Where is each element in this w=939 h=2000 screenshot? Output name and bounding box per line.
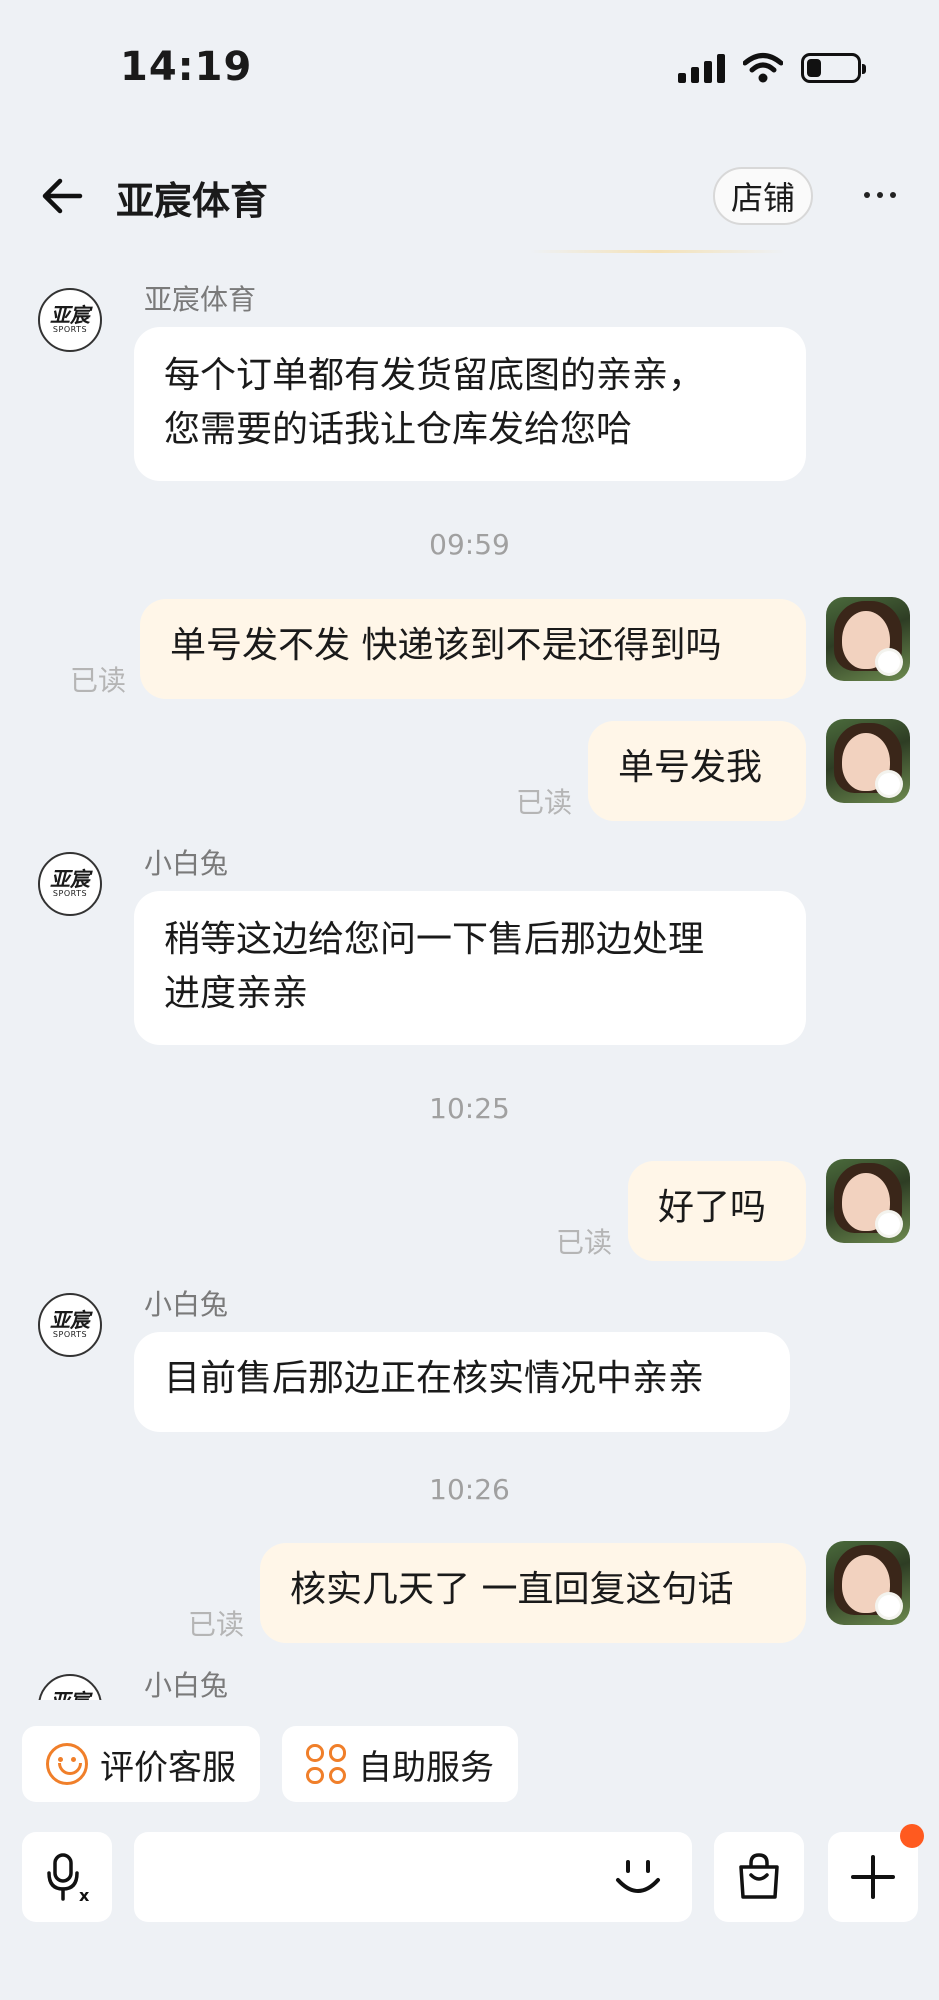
logo-text: 亚宸 — [50, 1691, 90, 1700]
chat-area[interactable]: 亚宸 SPORTS 亚宸体育 每个订单都有发货留底图的亲亲， 您需要的话我让仓库… — [0, 270, 939, 1700]
notification-dot — [900, 1824, 924, 1848]
status-bar: 14:19 — [0, 0, 939, 140]
logo-subtext: SPORTS — [52, 1330, 88, 1339]
message-line: 进度亲亲 — [164, 973, 309, 1014]
message-bubble-outgoing[interactable]: 好了吗 — [628, 1161, 806, 1261]
battery-icon — [801, 53, 866, 83]
grid-circles-icon — [306, 1744, 346, 1784]
input-bar: x — [0, 1824, 939, 1924]
message-text: 目前售后那边正在核实情况中亲亲 — [164, 1358, 705, 1399]
time-label: 10:26 — [429, 1473, 510, 1506]
emoji-button[interactable] — [606, 1846, 670, 1910]
message-bubble-outgoing[interactable]: 单号发不发 快递该到不是还得到吗 — [140, 599, 806, 699]
read-receipt: 已读 — [556, 1226, 613, 1259]
smile-face-icon — [46, 1743, 88, 1785]
user-avatar[interactable] — [826, 1159, 910, 1243]
message-bubble-incoming[interactable]: 目前售后那边正在核实情况中亲亲 — [134, 1332, 790, 1432]
self-service-label: 自助服务 — [358, 1747, 494, 1788]
shopping-bag-button[interactable] — [714, 1832, 804, 1922]
logo-text: 亚宸 — [50, 867, 90, 891]
battery-level — [807, 59, 822, 77]
logo-subtext: SPORTS — [52, 889, 88, 898]
back-button[interactable] — [34, 168, 90, 224]
read-receipt: 已读 — [188, 1608, 245, 1641]
message-text: 单号发我 — [618, 747, 763, 788]
smile-icon — [616, 1860, 660, 1893]
sender-name: 亚宸体育 — [144, 283, 257, 316]
user-avatar[interactable] — [826, 597, 910, 681]
logo-text: 亚宸 — [50, 1308, 90, 1332]
time-label: 09:59 — [429, 528, 510, 561]
more-button[interactable] — [852, 172, 908, 218]
status-time: 14:19 — [120, 44, 253, 90]
time-label: 10:25 — [429, 1092, 510, 1125]
wifi-icon — [743, 53, 783, 83]
plus-button[interactable] — [828, 1824, 924, 1922]
plus-icon — [851, 1855, 895, 1899]
message-line: 您需要的话我让仓库发给您哈 — [164, 409, 633, 450]
message-bubble-outgoing[interactable]: 单号发我 — [588, 721, 806, 821]
message-text: 单号发不发 快递该到不是还得到吗 — [170, 625, 722, 666]
logo-text: 亚宸 — [50, 303, 90, 327]
read-receipt: 已读 — [70, 664, 127, 697]
self-service-button[interactable]: 自助服务 — [282, 1726, 518, 1802]
signal-icon — [678, 53, 725, 83]
voice-button[interactable]: x — [22, 1832, 112, 1922]
message-bubble-incoming[interactable]: 每个订单都有发货留底图的亲亲， 您需要的话我让仓库发给您哈 — [134, 327, 806, 481]
rate-service-label: 评价客服 — [100, 1747, 236, 1788]
rate-service-button[interactable]: 评价客服 — [22, 1726, 260, 1802]
message-line: 每个订单都有发货留底图的亲亲， — [164, 355, 705, 396]
quick-actions: 评价客服 自助服务 — [22, 1726, 518, 1802]
shopping-bag-icon — [739, 1853, 779, 1899]
header-divider — [530, 250, 785, 253]
page-title: 亚宸体育 — [116, 179, 269, 223]
more-dots-icon — [864, 192, 870, 198]
message-text: 好了吗 — [658, 1187, 767, 1228]
shop-avatar[interactable]: 亚宸 SPORTS — [38, 1674, 102, 1700]
message-text: 核实几天了 一直回复这句话 — [290, 1569, 734, 1610]
microphone-icon: x — [47, 1853, 90, 1903]
message-bubble-incoming[interactable]: 稍等这边给您问一下售后那边处理 进度亲亲 — [134, 891, 806, 1045]
store-button[interactable]: 店铺 — [713, 167, 813, 225]
read-receipt: 已读 — [516, 786, 573, 819]
sender-name: 小白兔 — [144, 1669, 229, 1700]
shop-avatar[interactable]: 亚宸 SPORTS — [38, 1293, 102, 1357]
user-avatar[interactable] — [826, 1541, 910, 1625]
message-bubble-outgoing[interactable]: 核实几天了 一直回复这句话 — [260, 1543, 806, 1643]
status-icons — [678, 52, 866, 84]
sender-name: 小白兔 — [144, 847, 229, 880]
chat-header: 亚宸体育 店铺 — [0, 150, 939, 240]
arrow-left-icon — [42, 178, 83, 214]
svg-text:x: x — [79, 1886, 90, 1903]
shop-avatar[interactable]: 亚宸 SPORTS — [38, 852, 102, 916]
sender-name: 小白兔 — [144, 1288, 229, 1321]
logo-subtext: SPORTS — [52, 325, 88, 334]
user-avatar[interactable] — [826, 719, 910, 803]
message-line: 稍等这边给您问一下售后那边处理 — [164, 919, 705, 960]
shop-avatar[interactable]: 亚宸 SPORTS — [38, 288, 102, 352]
